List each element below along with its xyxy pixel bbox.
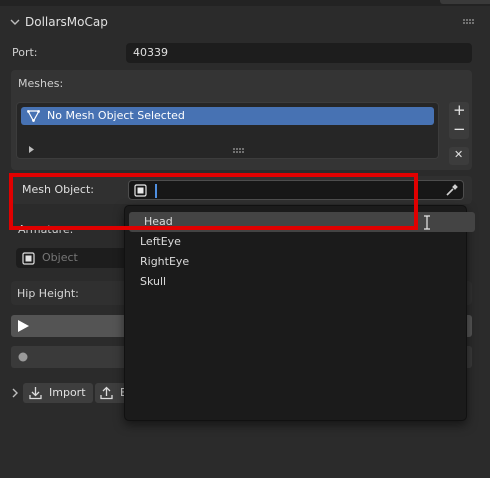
expand-triangle-icon[interactable] xyxy=(28,146,35,153)
dropdown-option-lefteye[interactable]: LeftEye xyxy=(125,232,475,252)
armature-placeholder: Object xyxy=(42,251,78,264)
armature-field[interactable]: Object xyxy=(16,248,128,268)
play-icon xyxy=(18,320,29,332)
mesh-triangle-icon xyxy=(27,110,40,122)
meshes-list[interactable]: No Mesh Object Selected xyxy=(16,102,439,159)
top-edge-strip xyxy=(0,0,490,6)
meshes-label: Meshes: xyxy=(18,77,64,90)
mesh-object-dropdown: Head LeftEye RightEye Skull xyxy=(124,205,475,421)
add-mesh-button[interactable]: + xyxy=(453,101,466,119)
dropdown-option-label: Skull xyxy=(140,275,167,288)
hip-height-label: Hip Height: xyxy=(17,287,79,300)
drag-handle-icon[interactable] xyxy=(463,19,475,25)
list-resize-grip-icon[interactable] xyxy=(233,148,245,154)
panel-title: DollarsMoCap xyxy=(25,15,108,29)
text-cursor-icon xyxy=(424,215,430,230)
port-label: Port: xyxy=(12,46,38,59)
top-edge-tab xyxy=(440,0,490,4)
import-icon xyxy=(29,387,42,400)
chevron-down-icon[interactable] xyxy=(10,17,20,27)
port-value: 40339 xyxy=(133,46,168,59)
dropdown-option-skull[interactable]: Skull xyxy=(125,272,475,292)
import-button[interactable]: Import xyxy=(23,383,93,403)
dropdown-option-label: LeftEye xyxy=(140,235,181,248)
import-label: Import xyxy=(49,386,86,399)
list-item-label: No Mesh Object Selected xyxy=(47,109,185,122)
list-item[interactable]: No Mesh Object Selected xyxy=(21,107,434,125)
port-field[interactable]: 40339 xyxy=(126,43,472,63)
dropdown-option-righteye[interactable]: RightEye xyxy=(125,252,475,272)
eyedropper-icon[interactable] xyxy=(445,184,458,197)
panel-header[interactable]: DollarsMoCap xyxy=(0,8,490,36)
remove-mesh-button[interactable]: − xyxy=(453,120,466,138)
highlight-box xyxy=(9,173,418,230)
clear-meshes-button[interactable]: ✕ xyxy=(449,147,469,165)
record-dot-icon xyxy=(18,352,28,362)
dropdown-option-label: RightEye xyxy=(140,255,190,268)
export-icon xyxy=(100,386,113,400)
clear-icon: ✕ xyxy=(454,148,464,161)
chevron-right-icon[interactable] xyxy=(12,388,19,398)
object-icon xyxy=(22,252,35,265)
